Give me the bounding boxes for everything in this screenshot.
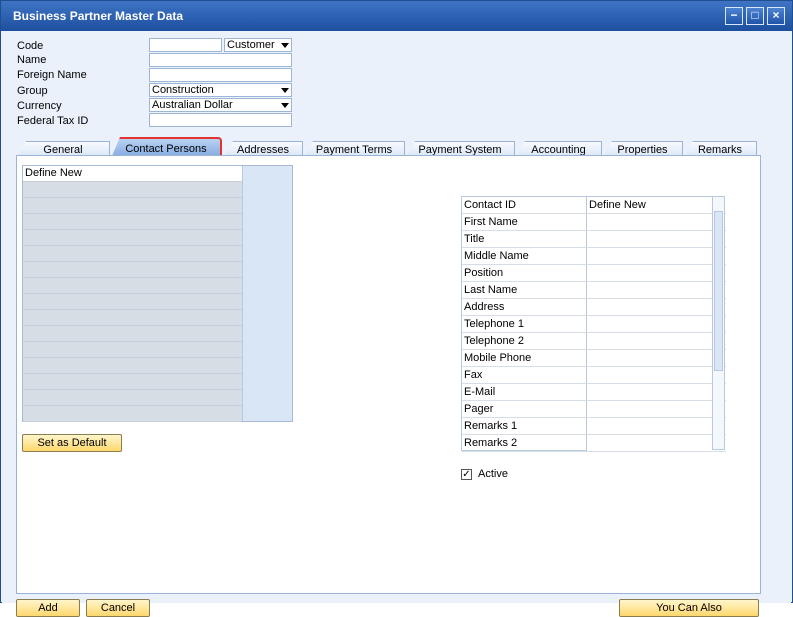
table-row: Middle Name <box>462 248 726 265</box>
detail-value[interactable] <box>586 384 726 400</box>
foreign-name-input[interactable] <box>149 68 292 82</box>
list-item[interactable] <box>23 310 242 326</box>
detail-value[interactable] <box>586 367 726 383</box>
list-item[interactable] <box>23 406 242 422</box>
table-row: Telephone 2 <box>462 333 726 350</box>
detail-value[interactable] <box>586 333 726 349</box>
detail-label: Fax <box>464 369 483 381</box>
code-input[interactable] <box>149 38 222 52</box>
detail-value[interactable]: Define New <box>586 197 726 213</box>
list-item[interactable] <box>23 198 242 214</box>
list-item[interactable] <box>23 374 242 390</box>
contact-list[interactable]: Define New <box>22 165 293 422</box>
detail-value[interactable] <box>586 231 726 247</box>
detail-value[interactable] <box>586 350 726 366</box>
detail-value[interactable] <box>586 418 726 434</box>
foreign-name-label: Foreign Name <box>17 69 87 81</box>
currency-label: Currency <box>17 100 62 112</box>
list-item[interactable] <box>23 294 242 310</box>
detail-label: Remarks 2 <box>464 437 518 449</box>
table-row: E-Mail <box>462 384 726 401</box>
detail-label: Position <box>464 267 504 279</box>
detail-label: Mobile Phone <box>464 352 532 364</box>
you-can-also-button[interactable]: You Can Also <box>619 599 759 617</box>
table-row: First Name <box>462 214 726 231</box>
list-item[interactable] <box>23 358 242 374</box>
window-content: Code Customer Name Foreign Name Group Co… <box>2 31 791 617</box>
detail-label: Pager <box>464 403 494 415</box>
list-item[interactable] <box>23 326 242 342</box>
table-row: Title <box>462 231 726 248</box>
table-row: Remarks 1 <box>462 418 726 435</box>
table-row: Position <box>462 265 726 282</box>
table-row: Contact ID Define New <box>462 197 726 214</box>
list-item[interactable] <box>23 390 242 406</box>
detail-value[interactable] <box>586 401 726 417</box>
list-item[interactable] <box>23 262 242 278</box>
detail-label: Last Name <box>464 284 518 296</box>
code-label: Code <box>17 40 44 52</box>
table-row: Mobile Phone <box>462 350 726 367</box>
title-bar: Business Partner Master Data − □ × <box>1 1 792 31</box>
detail-label: Title <box>464 233 485 245</box>
detail-label: Telephone 2 <box>464 335 524 347</box>
set-as-default-button[interactable]: Set as Default <box>22 434 122 452</box>
close-icon[interactable]: × <box>767 7 785 25</box>
contact-list-side-column <box>242 166 292 421</box>
detail-value[interactable] <box>586 282 726 298</box>
list-item[interactable] <box>23 246 242 262</box>
active-label: Active <box>478 468 508 480</box>
detail-label: Remarks 1 <box>464 420 518 432</box>
detail-value[interactable] <box>586 316 726 332</box>
federal-tax-id-label: Federal Tax ID <box>17 115 89 127</box>
table-row: Address <box>462 299 726 316</box>
group-label: Group <box>17 85 48 97</box>
detail-label: Address <box>464 301 505 313</box>
details-scrollbar[interactable] <box>712 196 725 450</box>
table-row: Pager <box>462 401 726 418</box>
table-row: Remarks 2 <box>462 435 726 452</box>
list-item[interactable] <box>23 342 242 358</box>
currency-select[interactable]: Australian Dollar <box>149 98 292 112</box>
detail-value[interactable] <box>586 299 726 315</box>
detail-label: First Name <box>464 216 518 228</box>
add-button[interactable]: Add <box>16 599 80 617</box>
business-partner-window: Business Partner Master Data − □ × Code … <box>0 0 793 617</box>
detail-label: Middle Name <box>464 250 529 262</box>
active-checkbox[interactable]: ✓ <box>461 469 472 480</box>
detail-label: E-Mail <box>464 386 496 398</box>
name-input[interactable] <box>149 53 292 67</box>
detail-value[interactable] <box>586 248 726 264</box>
scrollbar-thumb[interactable] <box>714 211 723 371</box>
maximize-icon[interactable]: □ <box>746 7 764 25</box>
group-select[interactable]: Construction <box>149 83 292 97</box>
minimize-icon[interactable]: − <box>725 7 743 25</box>
table-row: Fax <box>462 367 726 384</box>
cancel-button[interactable]: Cancel <box>86 599 150 617</box>
list-item[interactable]: Define New <box>23 166 242 182</box>
detail-value[interactable] <box>586 214 726 230</box>
window-title: Business Partner Master Data <box>13 9 184 23</box>
contact-details-table: Contact ID Define New First Name Title Mi… <box>461 196 726 452</box>
list-item[interactable] <box>23 182 242 198</box>
contact-persons-panel: Define New Contact ID Define New First N… <box>16 155 761 594</box>
code-type-select[interactable]: Customer <box>224 38 292 52</box>
list-item[interactable] <box>23 230 242 246</box>
detail-label: Contact ID <box>464 199 516 211</box>
list-item[interactable] <box>23 214 242 230</box>
detail-value[interactable] <box>586 265 726 281</box>
list-item[interactable] <box>23 278 242 294</box>
detail-value[interactable] <box>586 435 726 451</box>
name-label: Name <box>17 54 47 66</box>
federal-tax-id-input[interactable] <box>149 113 292 127</box>
table-row: Last Name <box>462 282 726 299</box>
detail-label: Telephone 1 <box>464 318 524 330</box>
table-row: Telephone 1 <box>462 316 726 333</box>
